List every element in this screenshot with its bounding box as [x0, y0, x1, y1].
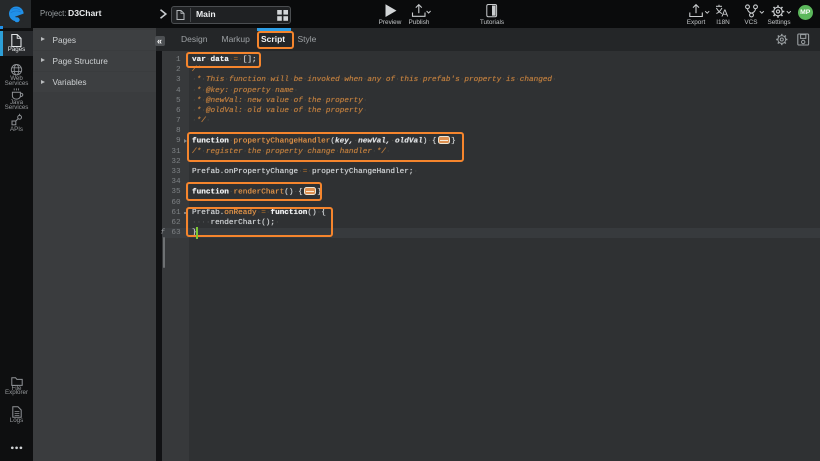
svg-text:A: A [722, 9, 729, 20]
